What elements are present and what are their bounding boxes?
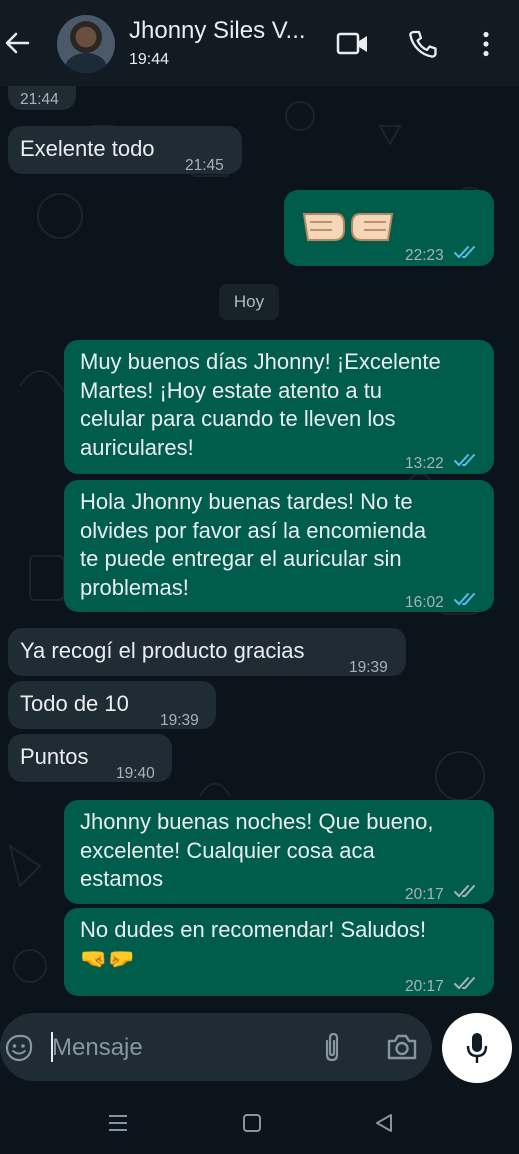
home-icon[interactable] (242, 1113, 262, 1133)
message-outgoing[interactable]: No dudes en recomendar! Saludos! 🤜🤛 20:1… (64, 908, 494, 996)
message-incoming[interactable]: Exelente todo 21:45 (8, 126, 242, 174)
mic-icon (466, 1033, 488, 1063)
message-time: 22:23 (405, 247, 444, 264)
last-seen: 19:44 (129, 51, 170, 68)
message-input-placeholder[interactable]: Mensaje (52, 1034, 143, 1062)
chat-header: Jhonny Siles V... 19:44 (0, 0, 519, 86)
message-text: Muy buenos días Jhonny! ¡Excelente Marte… (80, 349, 441, 460)
message-time: 19:39 (349, 659, 388, 676)
mic-button[interactable] (442, 1013, 512, 1083)
message-time: 20:17 (405, 978, 444, 995)
back-arrow-icon[interactable] (4, 30, 30, 56)
message-time: 16:02 (405, 594, 444, 611)
video-call-icon[interactable] (336, 31, 370, 57)
avatar[interactable] (57, 15, 115, 73)
chat-area[interactable]: 21:44 Exelente todo 21:45 22:23 Hoy Muy … (0, 86, 519, 1012)
message-outgoing[interactable]: Muy buenos días Jhonny! ¡Excelente Marte… (64, 340, 494, 474)
message-time: 21:44 (20, 91, 59, 108)
message-input-bar[interactable]: Mensaje (0, 1013, 432, 1081)
message-outgoing[interactable]: 22:23 (284, 190, 494, 266)
message-incoming[interactable]: 21:44 (8, 86, 76, 110)
day-separator: Hoy (219, 284, 279, 320)
message-text: No dudes en recomendar! Saludos! 🤜🤛 (80, 917, 427, 971)
message-incoming[interactable]: Puntos 19:40 (8, 734, 172, 782)
fist-bump-emoji (300, 206, 396, 254)
system-nav-bar (0, 1089, 519, 1154)
message-time: 13:22 (405, 455, 444, 472)
camera-icon[interactable] (386, 1033, 418, 1061)
phone-icon[interactable] (407, 29, 439, 59)
message-text: Jhonny buenas noches! Que bueno, excelen… (80, 809, 434, 891)
more-options-icon[interactable] (478, 31, 494, 57)
read-ticks-icon (454, 593, 475, 606)
delivered-ticks-icon (454, 977, 475, 990)
attach-icon[interactable] (320, 1031, 344, 1065)
message-incoming[interactable]: Todo de 10 19:39 (8, 681, 216, 729)
read-ticks-icon (454, 246, 475, 259)
message-time: 21:45 (185, 157, 224, 174)
back-nav-icon[interactable] (374, 1113, 394, 1133)
message-text: Hola Jhonny buenas tardes! No te olvides… (80, 489, 427, 600)
contact-name[interactable]: Jhonny Siles V... (129, 17, 306, 45)
message-time: 20:17 (405, 886, 444, 903)
message-time: 19:39 (160, 712, 199, 729)
delivered-ticks-icon (454, 885, 475, 898)
read-ticks-icon (454, 454, 475, 467)
message-incoming[interactable]: Ya recogí el producto gracias 19:39 (8, 628, 406, 676)
message-text: Ya recogí el producto gracias (20, 638, 305, 663)
sticker-icon[interactable] (4, 1033, 34, 1063)
message-text: Puntos (20, 744, 89, 769)
message-time: 19:40 (116, 765, 155, 782)
message-outgoing[interactable]: Jhonny buenas noches! Que bueno, excelen… (64, 800, 494, 904)
message-text: Exelente todo (20, 136, 155, 161)
message-text: Todo de 10 (20, 691, 129, 716)
message-outgoing[interactable]: Hola Jhonny buenas tardes! No te olvides… (64, 480, 494, 612)
recent-apps-icon[interactable] (108, 1114, 128, 1132)
